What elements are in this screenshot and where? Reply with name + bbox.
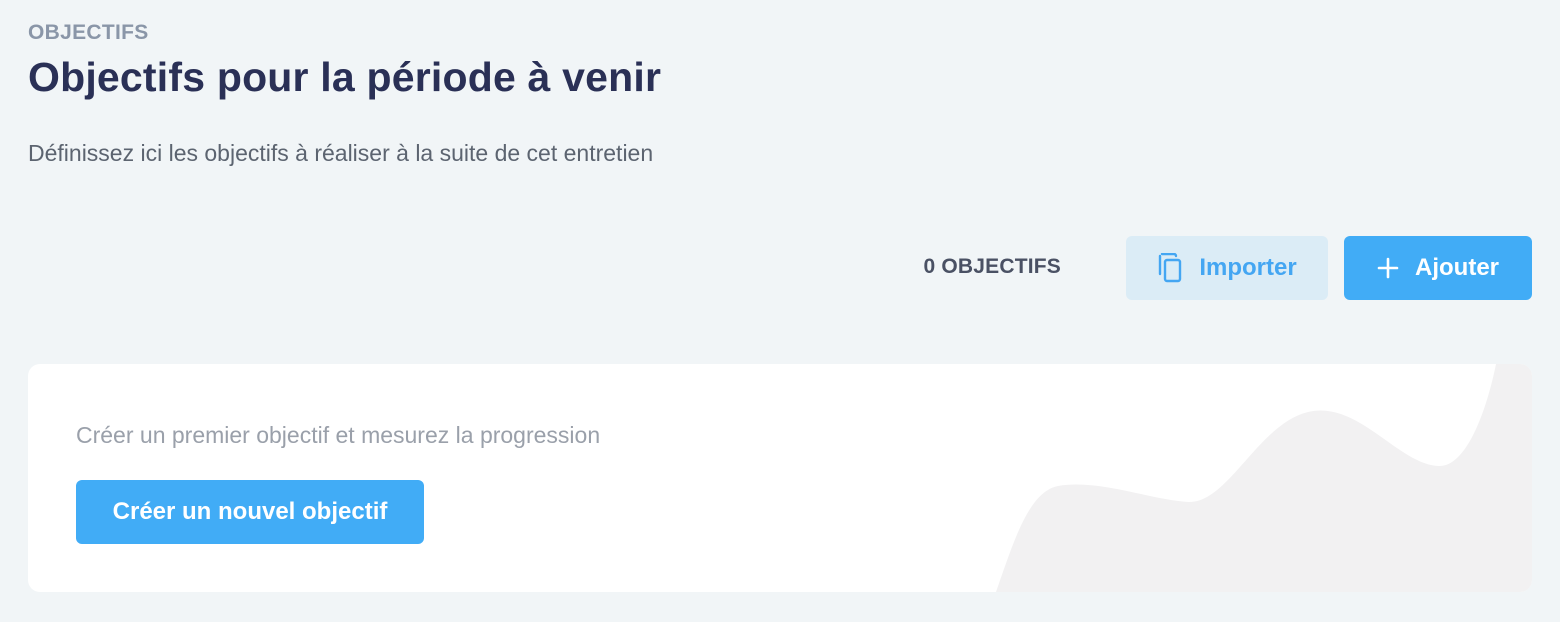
wave-decoration	[996, 364, 1532, 592]
add-button[interactable]: Ajouter	[1344, 236, 1532, 300]
objectives-count: 0 OBJECTIFS	[923, 255, 1061, 278]
copy-icon	[1157, 253, 1183, 283]
empty-state-card: Créer un premier objectif et mesurez la …	[28, 364, 1532, 592]
import-label: Importer	[1199, 254, 1297, 281]
page-title: Objectifs pour la période à venir	[28, 54, 662, 100]
empty-state-message: Créer un premier objectif et mesurez la …	[76, 422, 601, 448]
import-button[interactable]: Importer	[1126, 236, 1328, 300]
section-label: OBJECTIFS	[28, 21, 149, 44]
plus-icon	[1377, 257, 1399, 279]
add-label: Ajouter	[1415, 254, 1499, 281]
page-subtitle: Définissez ici les objectifs à réaliser …	[28, 140, 654, 166]
create-objective-button[interactable]: Créer un nouvel objectif	[76, 480, 424, 544]
